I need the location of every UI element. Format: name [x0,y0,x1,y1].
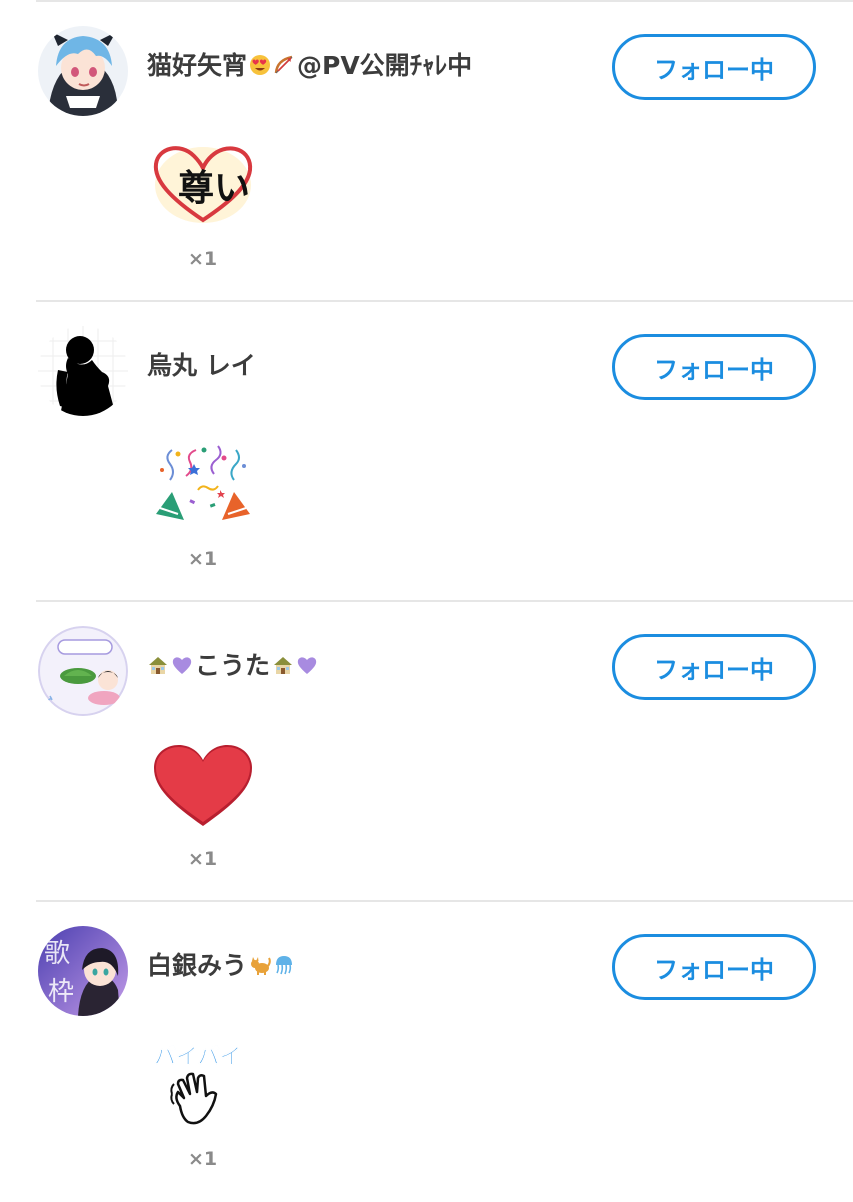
heart-eyes-emoji-icon [249,53,271,75]
toutoi-heart-stamp: 尊い [150,140,256,230]
purple-heart-emoji-icon [296,653,318,675]
avatar-anime-blue-hair [38,26,128,116]
username[interactable]: 猫好矢宵 @PV公開ﾁｬﾚ中 [147,46,472,82]
red-heart-stamp [150,740,256,830]
username-suffix: @PV公開ﾁｬﾚ中 [297,51,473,80]
following-button[interactable]: フォロー中 [612,34,816,100]
user-avatar[interactable]: 歌 枠 [38,926,128,1016]
username[interactable]: 白銀みう [147,946,295,982]
reaction-count: ×1 [188,1148,218,1170]
username[interactable]: こうた [147,646,318,682]
byebye-wave-stamp: バイバイ [150,1040,256,1130]
reaction-list-item: こうた フォロー中 ×1 [0,602,853,902]
reaction-list-item: 猫好矢宵 @PV公開ﾁｬﾚ中 フォロー中 尊い ×1 [0,2,853,302]
avatar-illustration [38,626,128,716]
following-button[interactable]: フォロー中 [612,934,816,1000]
reaction-list-item: 烏丸 レイ フォロー中 ×1 [0,302,853,602]
following-button[interactable]: フォロー中 [612,334,816,400]
svg-text:バイバイ: バイバイ [154,1045,242,1070]
house-emoji-icon [272,653,294,675]
svg-text:歌: 歌 [44,939,70,969]
party-popper-stamp [150,440,256,530]
svg-text:尊い: 尊い [178,167,250,209]
username-text: 猫好矢宵 [147,51,248,80]
username-text: こうた [195,651,271,680]
username-text: 白銀みう [147,951,248,980]
reaction-count: ×1 [188,548,218,570]
bow-and-arrow-emoji-icon [273,53,295,75]
house-emoji-icon [147,653,169,675]
cat-emoji-icon [249,953,271,975]
avatar-anime-purple: 歌 枠 [38,926,128,1016]
jellyfish-emoji-icon [273,953,295,975]
svg-text:枠: 枠 [48,977,74,1007]
user-avatar[interactable] [38,326,128,416]
purple-heart-emoji-icon [171,653,193,675]
following-button[interactable]: フォロー中 [612,634,816,700]
user-avatar[interactable] [38,26,128,116]
reaction-count: ×1 [188,848,218,870]
username-text: 烏丸 レイ [147,351,256,380]
user-avatar[interactable] [38,626,128,716]
username[interactable]: 烏丸 レイ [147,346,256,382]
reaction-list-item: 歌 枠 白銀みう フォロー中 バイバイ ×1 [0,902,853,1202]
reaction-count: ×1 [188,248,218,270]
avatar-silhouette [38,326,128,416]
